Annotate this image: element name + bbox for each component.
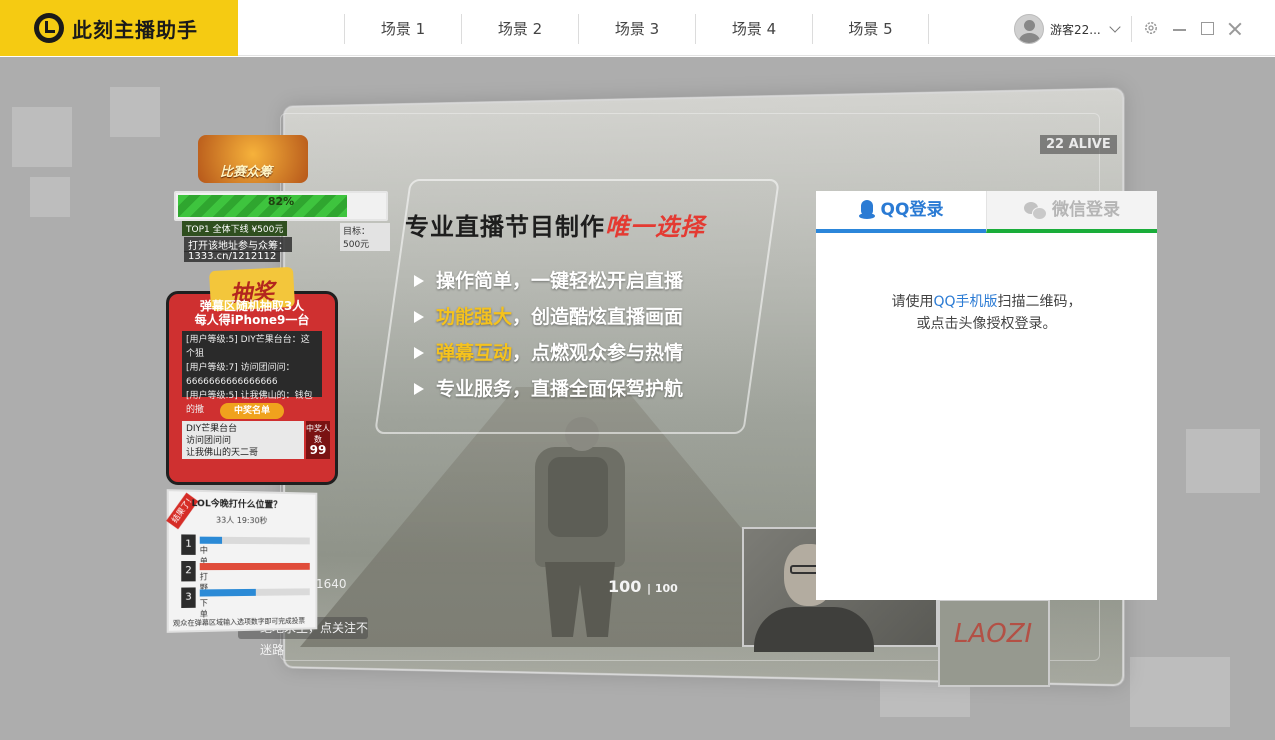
login-panel: QQ登录 微信登录 请使用QQ手机版扫描二维码， 或点击头像授权登录。 (816, 191, 1157, 600)
promo-item: 专业服务，直播全面保驾护航 (408, 371, 683, 407)
lottery-chat: [用户等级:5] DIY芒果台台：这个狙 [用户等级:7] 访问团问问： 666… (182, 331, 322, 415)
crowdfund-progress-bar: 82% (174, 191, 388, 221)
poll-bar (199, 536, 223, 544)
promo-item: 操作简单，一键轻松开启直播 (408, 263, 683, 299)
tab-scene-4[interactable]: 场景 4 (695, 14, 812, 44)
poll-widget: 结果了! LOL今晚打什么位置？ 33人 19:30秒 1 中单 2 打野 3 … (166, 489, 318, 633)
crowdfund-badge: 比赛众筹 (198, 135, 308, 183)
avatar[interactable] (1014, 14, 1044, 44)
streamer-logo: LAOZI (954, 619, 1033, 649)
minimap: LAOZI (938, 599, 1050, 687)
app-logo: 此刻主播助手 (0, 0, 238, 56)
tab-scene-2[interactable]: 场景 2 (461, 14, 578, 44)
tab-scene-3[interactable]: 场景 3 (578, 14, 695, 44)
app-title: 此刻主播助手 (72, 17, 198, 42)
promo-title: 专业直播节目制作唯一选择 (405, 213, 705, 241)
divider (1131, 16, 1132, 42)
winners-list: DIY芒果台台 访问团问问 让我佛山的天二哥 (182, 421, 304, 459)
scene-tabs: 场景 1 场景 2 场景 3 场景 4 场景 5 (344, 14, 929, 44)
crowdfund-widget: 比赛众筹 82% TOP1 全体下线 ¥500元 目标：500元 打开该地址参与… (168, 135, 390, 262)
promo-list: 操作简单，一键轻松开启直播 功能强大，创造酷炫直播画面 弹幕互动，点燃观众参与热… (408, 263, 683, 407)
lottery-widget: 抽奖 弹幕区随机抽取3人 每人得iPhone9一台 [用户等级:5] DIY芒果台… (166, 266, 338, 485)
login-instructions: 请使用QQ手机版扫描二维码， 或点击头像授权登录。 (891, 294, 1082, 332)
title-bar: 此刻主播助手 场景 1 场景 2 场景 3 场景 4 场景 5 游客22... (0, 0, 1275, 56)
tab-wechat-login[interactable]: 微信登录 (986, 191, 1157, 233)
poll-bar (199, 562, 310, 571)
wechat-icon (1024, 201, 1047, 220)
decor-tile (110, 87, 160, 137)
alive-counter: 22 ALIVE (1040, 135, 1117, 154)
decor-tile (1130, 657, 1230, 727)
gear-icon[interactable] (1143, 20, 1159, 36)
ammo-counter: 100 | 100 (608, 577, 678, 596)
winner-count: 中奖人数 99 (306, 421, 330, 459)
tab-scene-5[interactable]: 场景 5 (812, 14, 929, 44)
lottery-intro: 弹幕区随机抽取3人 每人得iPhone9一台 (194, 299, 310, 327)
qq-icon (858, 200, 875, 220)
maximize-icon[interactable] (1199, 20, 1215, 36)
promo-item: 弹幕互动，点燃观众参与热情 (408, 335, 683, 371)
poll-footer: 观众在弹幕区域输入选项数字即可完成投票 (172, 616, 306, 628)
tab-qq-login[interactable]: QQ登录 (816, 191, 986, 233)
decor-tile (12, 107, 72, 167)
promo-headline: 专业直播节目制作唯一选择 (405, 207, 705, 242)
poll-meta: 33人 19:30秒 (215, 515, 268, 526)
poll-bar (199, 588, 256, 597)
money-counter: 1640 (316, 577, 347, 591)
minimize-icon[interactable] (1172, 20, 1188, 36)
decor-tile (1186, 429, 1260, 493)
tab-scene-1[interactable]: 场景 1 (344, 14, 461, 44)
user-menu[interactable]: 游客22... (1014, 14, 1121, 44)
qq-mobile-link[interactable]: QQ手机版 (933, 294, 997, 310)
crowdfund-subtitle: TOP1 全体下线 ¥500元 (182, 221, 288, 236)
crowdfund-goal: 目标：500元 (340, 223, 390, 251)
decor-tile (30, 177, 70, 217)
chevron-down-icon[interactable] (1109, 21, 1121, 33)
username: 游客22... (1050, 22, 1101, 37)
promo-item: 功能强大，创造酷炫直播画面 (408, 299, 683, 335)
crowdfund-link: 1333.cn/1212112 (184, 251, 281, 262)
logo-icon (34, 13, 64, 43)
close-icon[interactable] (1227, 20, 1243, 36)
winners-title: 中奖名单 (220, 403, 284, 419)
poll-question: LOL今晚打什么位置？ (191, 498, 282, 511)
game-character (520, 417, 630, 637)
crowdfund-link-label: 打开该地址参与众筹： (184, 237, 292, 252)
progress-percent: 82% (267, 195, 295, 208)
